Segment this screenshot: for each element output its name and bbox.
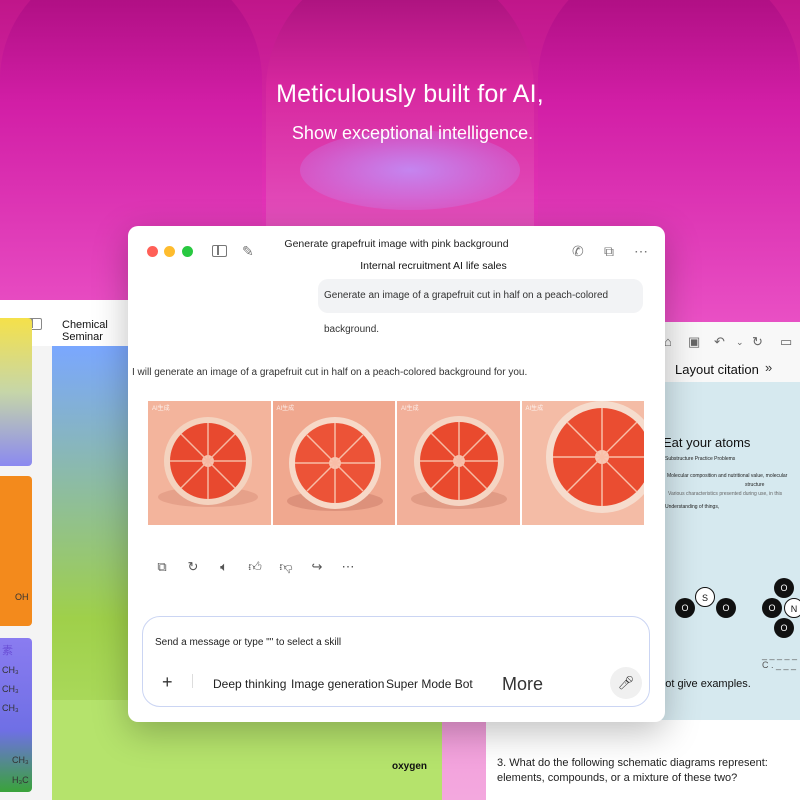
document-line: Molecular composition and nutritional va… bbox=[667, 473, 788, 479]
thumbs-down-icon[interactable]: 👎︎ bbox=[278, 559, 294, 575]
tab-icon[interactable]: ▭ bbox=[780, 334, 792, 350]
deep-thinking-button[interactable]: Deep thinking bbox=[213, 677, 286, 691]
hero-headline: Meticulously built for AI, bbox=[276, 80, 544, 108]
more-actions-icon[interactable]: ⋯ bbox=[340, 559, 356, 575]
tile-text: H₃C bbox=[12, 775, 29, 785]
expand-chevrons-icon[interactable]: » bbox=[765, 360, 772, 375]
left-tile-3: 素 CH₃ CH₃ CH₃ CH₃ H₃C bbox=[0, 638, 32, 792]
refresh-icon[interactable]: ↻ bbox=[185, 559, 201, 575]
generated-image[interactable]: AI生成 bbox=[272, 401, 395, 525]
right-panel-title: Layout citation bbox=[675, 362, 759, 377]
atom: O bbox=[762, 598, 782, 618]
composer-input[interactable]: Send a message or type "" to select a sk… bbox=[155, 637, 341, 648]
document-blank-line: _ _ _ _ _ C . _ _ _ bbox=[762, 650, 798, 670]
super-mode-bot-button[interactable]: Super Mode Bot bbox=[386, 677, 473, 691]
image-label: AI生成 bbox=[525, 406, 544, 412]
save-icon[interactable]: ▣ bbox=[688, 334, 700, 350]
home-icon[interactable]: ⌂ bbox=[664, 334, 672, 349]
atom: S bbox=[695, 587, 715, 607]
atom: O bbox=[774, 618, 794, 638]
add-attachment-button[interactable]: + bbox=[162, 672, 173, 693]
refresh-icon[interactable]: ↻ bbox=[752, 334, 763, 350]
left-tile-2: OH bbox=[0, 476, 32, 626]
chat-window: ✎ Generate grapefruit image with pink ba… bbox=[128, 226, 665, 722]
more-icon[interactable]: ⋯ bbox=[634, 243, 648, 260]
more-skills-button[interactable]: More bbox=[502, 674, 543, 695]
left-tile-1 bbox=[0, 318, 32, 466]
window-icon[interactable]: ⧉ bbox=[604, 243, 614, 260]
image-label: AI生成 bbox=[276, 406, 295, 412]
document-line: Various characteristics presented during… bbox=[668, 491, 783, 497]
phone-icon[interactable]: ✆ bbox=[572, 243, 584, 260]
generated-image-grid: AI生成 AI生成 AI生成 AI生成 bbox=[148, 401, 644, 525]
atom: O bbox=[774, 578, 794, 598]
tile-text: CH₃ bbox=[2, 684, 19, 694]
tile-text: CH₃ bbox=[12, 755, 29, 765]
chat-subtitle: Internal recruitment AI life sales bbox=[360, 260, 507, 272]
image-generation-button[interactable]: Image generation bbox=[291, 677, 384, 691]
document-line: Understanding of things, bbox=[665, 504, 720, 510]
undo-icon[interactable]: ↶ bbox=[714, 334, 725, 350]
chevron-down-icon[interactable]: ⌄ bbox=[736, 337, 744, 348]
document-line: Substructure Practice Problems bbox=[665, 456, 736, 462]
generated-image[interactable]: AI生成 bbox=[521, 401, 644, 525]
user-message: Generate an image of a grapefruit cut in… bbox=[318, 279, 643, 335]
copy-icon[interactable]: ⧉ bbox=[154, 559, 170, 575]
hero-subline: Show exceptional intelligence. bbox=[291, 123, 534, 143]
generated-image[interactable]: AI生成 bbox=[148, 401, 271, 525]
document-question: 3. What do the following schematic diagr… bbox=[497, 757, 768, 784]
composer-divider bbox=[192, 674, 193, 688]
image-label: AI生成 bbox=[401, 406, 419, 412]
tile-text: 素 bbox=[2, 645, 13, 657]
document-line: structure bbox=[745, 482, 765, 488]
document-heading: Eat your atoms bbox=[663, 435, 751, 450]
generated-image[interactable]: AI生成 bbox=[397, 401, 520, 525]
message-actions: ⧉ ↻ 🔈︎ 👍︎ 👎︎ ↪ ⋯ bbox=[154, 559, 356, 575]
speaker-icon[interactable]: 🔈︎ bbox=[216, 559, 232, 575]
assistant-message: I will generate an image of a grapefruit… bbox=[132, 367, 528, 378]
atom: N bbox=[784, 598, 800, 618]
tile-text: CH₃ bbox=[2, 665, 19, 675]
share-icon[interactable]: ↪ bbox=[309, 559, 325, 575]
oxygen-label: oxygen bbox=[392, 761, 428, 772]
tile-text: CH₃ bbox=[2, 703, 19, 713]
thumbs-up-icon[interactable]: 👍︎ bbox=[247, 559, 263, 575]
tile-text: OH bbox=[15, 592, 29, 602]
message-composer[interactable]: Send a message or type "" to select a sk… bbox=[142, 616, 650, 707]
microphone-icon[interactable]: 🎤︎ bbox=[610, 667, 642, 699]
atom: O bbox=[675, 598, 695, 618]
image-label: AI生成 bbox=[152, 406, 170, 412]
chat-title: Generate grapefruit image with pink back… bbox=[284, 238, 509, 250]
atom: O bbox=[716, 598, 736, 618]
